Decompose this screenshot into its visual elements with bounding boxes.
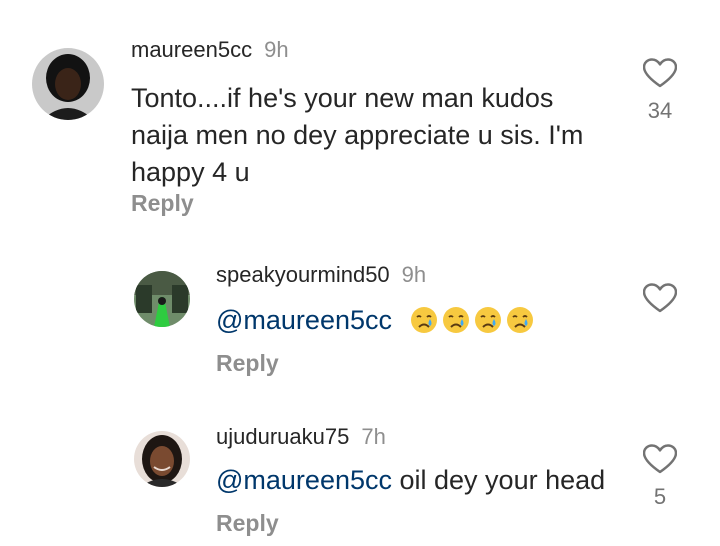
comment-header: maureen5cc 9h (131, 37, 289, 63)
comment-line: Tonto....if he's your new man kudos (131, 83, 554, 113)
mention-link[interactable]: @maureen5cc (216, 465, 392, 495)
comment-header: speakyourmind50 9h (216, 262, 426, 288)
like-count: 5 (653, 484, 667, 509)
timestamp: 9h (401, 262, 427, 287)
timestamp: 9h (264, 37, 289, 62)
timestamp: 7h (361, 424, 386, 449)
reply-button[interactable]: Reply (216, 350, 279, 377)
crying-face-emoji (506, 306, 534, 334)
comment-text: Tonto....if he's your new man kudos naij… (131, 80, 583, 191)
comment-header: ujuduruaku75 7h (216, 424, 386, 450)
crying-face-emoji (410, 306, 438, 334)
heart-icon[interactable] (643, 283, 677, 313)
heart-icon[interactable] (643, 58, 677, 88)
like-count: 34 (647, 98, 673, 123)
comments-screen: maureen5cc 9h Tonto....if he's your new m… (0, 0, 720, 546)
mention-link[interactable]: @maureen5cc (216, 305, 392, 335)
comment-body: oil dey your head (392, 465, 606, 495)
comment-line: naija men no dey appreciate u sis. I'm (131, 120, 584, 150)
avatar[interactable] (32, 48, 104, 120)
comment-text: @maureen5cc oil dey your head (216, 462, 605, 499)
username[interactable]: ujuduruaku75 (216, 424, 349, 449)
username[interactable]: speakyourmind50 (216, 262, 390, 287)
comment-text: @maureen5cc (216, 302, 534, 339)
crying-face-emoji (474, 306, 502, 334)
heart-icon[interactable] (643, 444, 677, 474)
username[interactable]: maureen5cc (131, 37, 252, 62)
avatar[interactable] (134, 431, 190, 487)
reply-button[interactable]: Reply (131, 190, 194, 217)
crying-face-emoji (442, 306, 470, 334)
avatar[interactable] (134, 271, 190, 327)
reply-button[interactable]: Reply (216, 510, 279, 537)
comment-line: happy 4 u (131, 157, 250, 187)
